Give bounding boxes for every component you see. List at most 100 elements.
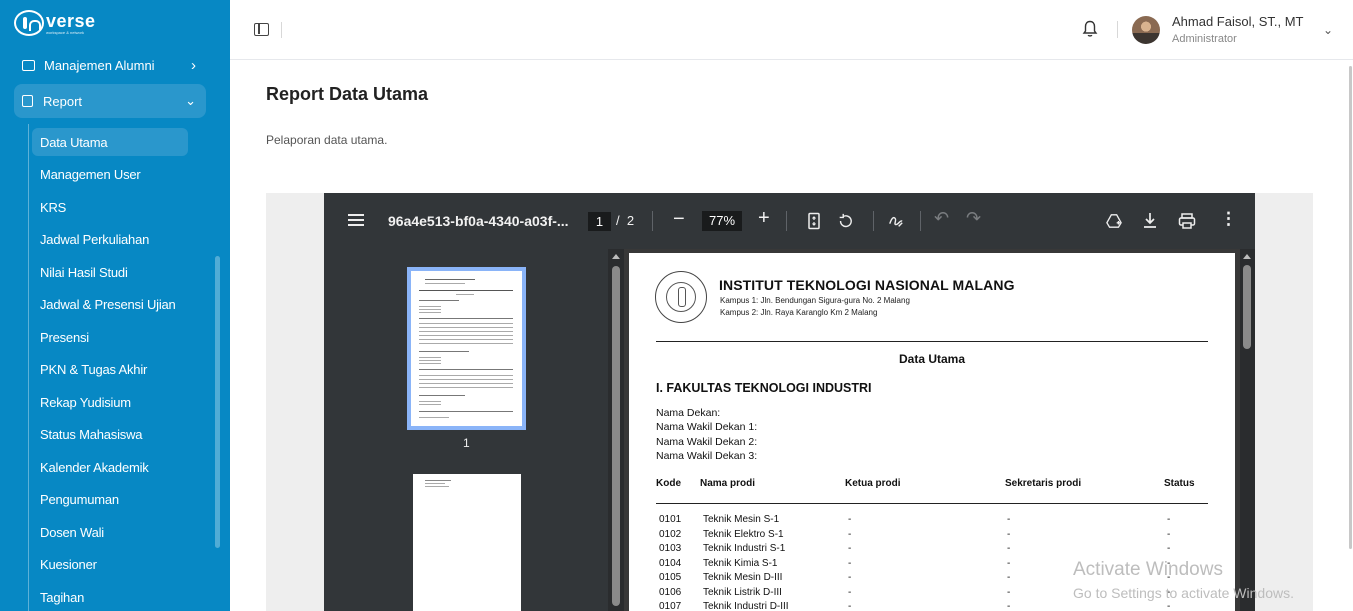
sidebar: verse workspace & network Manajemen Alum… xyxy=(0,0,230,611)
document-scrollbar[interactable] xyxy=(1240,249,1255,611)
thumb-line xyxy=(425,279,475,280)
scroll-up-icon[interactable] xyxy=(1243,254,1251,259)
sidebar-subitem-rekap-yudisium[interactable]: Rekap Yudisium xyxy=(32,388,188,416)
drive-add-icon[interactable] xyxy=(1106,212,1122,230)
page-count: / 2 xyxy=(616,213,634,228)
table-header-rule xyxy=(656,503,1208,504)
table-cell-ketua: - xyxy=(848,601,852,611)
total-pages: 2 xyxy=(626,213,635,228)
rotate-icon[interactable] xyxy=(837,212,853,230)
undo-icon[interactable]: ↶ xyxy=(934,208,950,228)
table-cell-sekretaris: - xyxy=(1007,572,1011,583)
campus-address-2: Kampus 2: Jln. Raya Karanglo Km 2 Malang xyxy=(720,308,878,317)
thumb-line xyxy=(425,480,451,481)
thumb-line xyxy=(419,369,513,370)
page-thumbnail-2[interactable] xyxy=(413,474,521,611)
sidebar-subitem-nilai-hasil-studi[interactable]: Nilai Hasil Studi xyxy=(32,258,188,286)
pdf-toolbar: 96a4e513-bf0a-4340-a03f-... 1 / 2 − 77% … xyxy=(324,193,1255,249)
table-cell-status: - xyxy=(1167,543,1171,554)
table-cell-nama: Teknik Mesin S-1 xyxy=(703,514,780,525)
table-cell-ketua: - xyxy=(848,586,852,598)
sidebar-scrollbar[interactable] xyxy=(215,256,220,548)
thumb-line xyxy=(419,331,513,332)
table-cell-status: - xyxy=(1167,528,1171,540)
logo-mark-icon xyxy=(14,10,44,36)
dekan-line: Nama Wakil Dekan 3: xyxy=(656,449,758,462)
page-thumbnail-1[interactable] xyxy=(407,267,526,430)
content-scrollbar[interactable] xyxy=(1349,66,1352,549)
sidebar-subitem-presensi[interactable]: Presensi xyxy=(32,323,188,351)
topbar: Ahmad Faisol, ST., MT Administrator ⌄ xyxy=(230,0,1353,60)
print-icon[interactable] xyxy=(1178,212,1196,230)
sidebar-toggle-icon[interactable] xyxy=(254,23,269,36)
table-header-cell: Kode xyxy=(656,478,681,489)
redo-icon[interactable]: ↷ xyxy=(966,208,982,228)
sidebar-subitem-status-mahasiswa[interactable]: Status Mahasiswa xyxy=(32,421,188,449)
scrollbar-thumb[interactable] xyxy=(1243,265,1251,349)
menu-icon[interactable] xyxy=(348,214,364,226)
table-cell-sekretaris: - xyxy=(1007,528,1011,540)
table-cell-kode: 0104 xyxy=(659,557,682,569)
more-options-icon[interactable]: ⋮ xyxy=(1220,209,1237,228)
user-name[interactable]: Ahmad Faisol, ST., MT xyxy=(1172,14,1303,29)
submenu-guide-line xyxy=(28,124,29,611)
thumb-line xyxy=(419,300,459,301)
zoom-level-input[interactable]: 77% xyxy=(702,211,742,231)
avatar[interactable] xyxy=(1132,16,1160,44)
logo[interactable]: verse workspace & network xyxy=(14,10,96,36)
table-cell-kode: 0107 xyxy=(659,601,682,611)
table-header-cell: Ketua prodi xyxy=(845,478,901,489)
thumb-line xyxy=(419,360,441,361)
divider xyxy=(920,211,921,231)
scrollbar-thumb[interactable] xyxy=(612,266,620,606)
campus-address-1: Kampus 1: Jln. Bendungan Sigura-gura No.… xyxy=(720,296,910,305)
thumb-line xyxy=(419,387,513,388)
sidebar-subitem-tagihan[interactable]: Tagihan xyxy=(32,583,188,611)
download-icon[interactable] xyxy=(1142,212,1158,230)
sidebar-subitem-krs[interactable]: KRS xyxy=(32,193,188,221)
sidebar-subitem-dosen-wali[interactable]: Dosen Wali xyxy=(32,518,188,546)
divider xyxy=(652,211,653,231)
logo-tagline: workspace & network xyxy=(46,29,85,35)
sidebar-item-manajemen-alumni[interactable]: Manajemen Alumni › xyxy=(14,50,206,80)
thumb-line xyxy=(419,312,441,313)
page-number-input[interactable]: 1 xyxy=(588,212,611,231)
dekan-line: Nama Wakil Dekan 1: xyxy=(656,421,758,434)
table-cell-sekretaris: - xyxy=(1007,557,1011,569)
sidebar-subitem-jadwal-presensi-ujian[interactable]: Jadwal & Presensi Ujian xyxy=(32,291,188,319)
table-cell-nama: Teknik Listrik D-III xyxy=(703,586,782,598)
thumbnail-pane: 1 xyxy=(324,249,608,611)
sidebar-subitem-data-utama[interactable]: Data Utama xyxy=(32,128,188,156)
scroll-up-icon[interactable] xyxy=(612,254,620,259)
zoom-out-button[interactable]: − xyxy=(673,208,685,231)
thumb-line xyxy=(419,383,513,384)
sidebar-subitem-kuesioner[interactable]: Kuesioner xyxy=(32,551,188,579)
app-root: verse workspace & network Manajemen Alum… xyxy=(0,0,1353,611)
divider xyxy=(786,211,787,231)
thumb-line xyxy=(419,417,449,418)
thumb-line xyxy=(419,335,513,336)
fit-page-icon[interactable] xyxy=(806,212,822,230)
chevron-down-icon[interactable]: ⌄ xyxy=(1323,23,1333,37)
annotate-icon[interactable] xyxy=(888,212,904,230)
zoom-in-button[interactable]: + xyxy=(758,207,770,230)
thumb-line xyxy=(456,294,474,295)
dekan-line: Nama Dekan: xyxy=(656,407,721,419)
table-cell-status: - xyxy=(1167,514,1171,525)
sidebar-subitem-pengumuman[interactable]: Pengumuman xyxy=(32,486,188,514)
document-title: Data Utama xyxy=(898,352,966,366)
sidebar-item-report[interactable]: Report ⌄ xyxy=(14,84,206,118)
chevron-down-icon: ⌄ xyxy=(185,93,196,108)
sidebar-subitem-pkn-tugas-akhir[interactable]: PKN & Tugas Akhir xyxy=(32,356,188,384)
table-cell-kode: 0103 xyxy=(659,543,682,554)
table-cell-nama: Teknik Elektro S-1 xyxy=(703,528,784,540)
thumb-line xyxy=(419,351,469,352)
sidebar-subitem-jadwal-perkuliahan[interactable]: Jadwal Perkuliahan xyxy=(32,226,188,254)
sidebar-subitem-kalender-akademik[interactable]: Kalender Akademik xyxy=(32,453,188,481)
sidebar-subitem-managemen-user[interactable]: Managemen User xyxy=(32,161,188,189)
bell-icon[interactable] xyxy=(1082,20,1098,38)
thumbnail-scrollbar[interactable] xyxy=(608,249,624,611)
activation-watermark-title: Activate Windows xyxy=(1073,559,1223,580)
divider xyxy=(281,22,282,38)
table-cell-sekretaris: - xyxy=(1007,586,1011,598)
